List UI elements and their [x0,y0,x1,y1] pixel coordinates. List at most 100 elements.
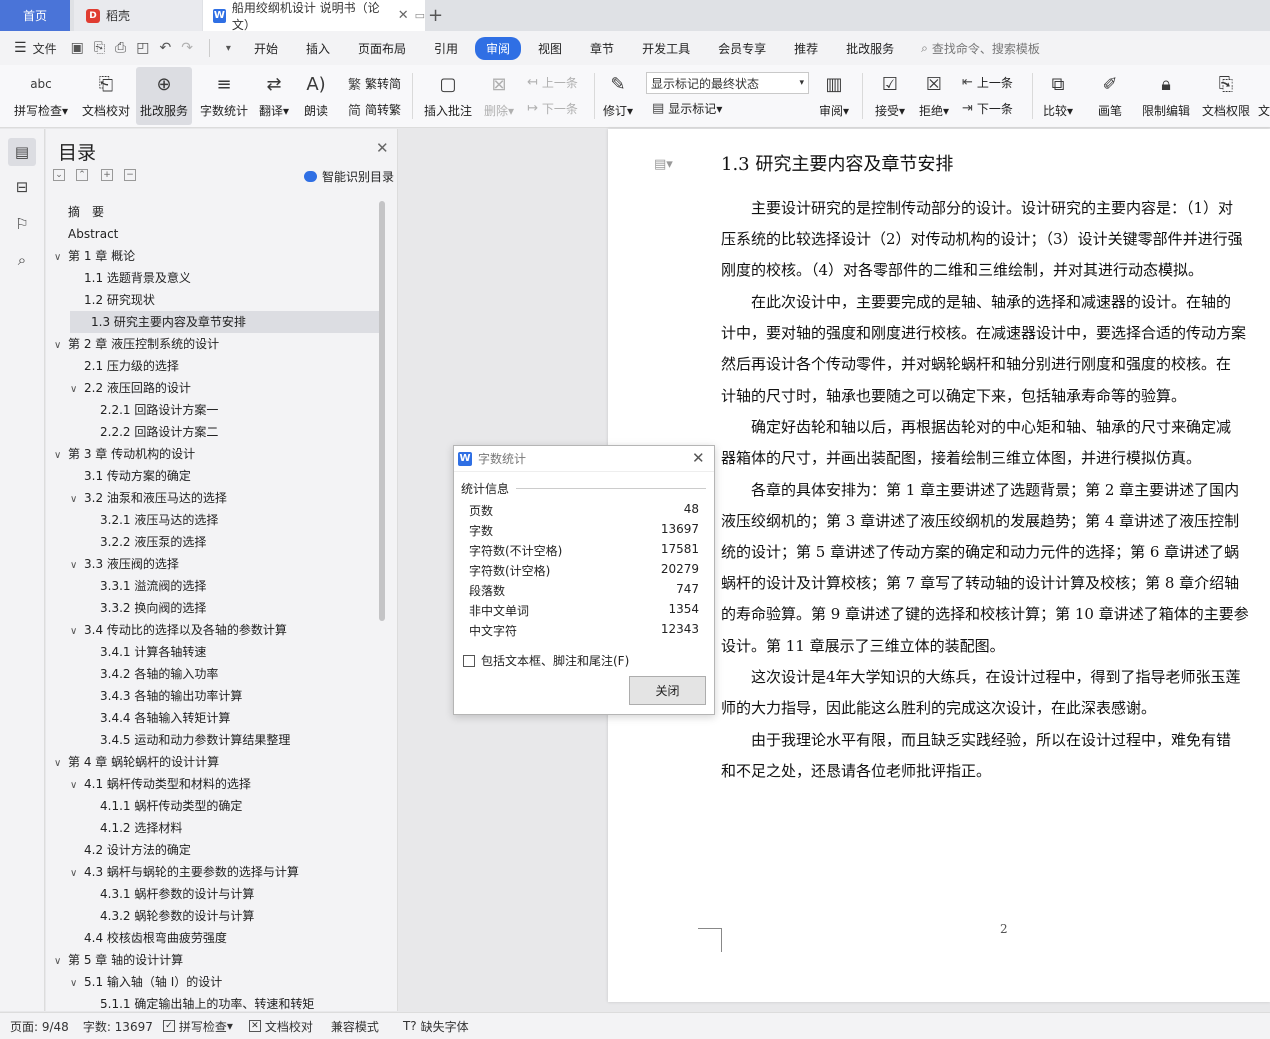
next-comment-button[interactable]: ↦ 下一条 [527,100,578,117]
toc-item[interactable]: 5.1.1 确定输出轴上的功率、转速和转矩 [100,993,314,1011]
include-textbox-checkbox[interactable]: 包括文本框、脚注和尾注(F) [463,652,629,669]
chevron-down-icon[interactable]: ∨ [54,445,68,467]
close-icon[interactable]: ✕ [692,449,705,467]
track-changes-button[interactable]: ✎ 修订▾ [600,67,636,125]
toc-item[interactable]: 摘 要 [68,201,104,223]
toc-item[interactable]: 3.2.1 液压马达的选择 [100,509,218,531]
toc-item[interactable]: ∨ 第 3 章 传动机构的设计 [54,443,195,465]
review-pane-button[interactable]: ▥ 审阅▾ [816,67,852,125]
toc-item[interactable]: 1.3 研究主要内容及章节安排 [70,311,379,333]
tab-menu-7[interactable]: 开发工具 [631,37,701,60]
restrict-editing-button[interactable]: 🔒︎ 限制编辑 [1140,67,1192,125]
grading-service-button[interactable]: ⊕ 批改服务 [136,67,192,125]
toc-item[interactable]: ∨ 3.4 传动比的选择以及各轴的参数计算 [70,619,287,641]
show-marks-button[interactable]: ▤ 显示标记 ▾ [652,100,722,117]
chevron-down-icon[interactable]: ∨ [70,973,84,995]
toc-item[interactable]: ∨ 4.1 蜗杆传动类型和材料的选择 [70,773,251,795]
toc-item[interactable]: 3.3.1 溢流阀的选择 [100,575,206,597]
chevron-down-icon[interactable]: ∨ [70,621,84,643]
toc-item[interactable]: 4.1.2 选择材料 [100,817,182,839]
chevron-down-icon[interactable]: ∨ [54,753,68,775]
toc-item[interactable]: Abstract [68,223,118,245]
toc-item[interactable]: 3.4.3 各轴的输出功率计算 [100,685,242,707]
spell-check-status[interactable]: ✓ 拼写检查 ▾ [162,1018,233,1035]
tab-menu-10[interactable]: 批改服务 [835,37,905,60]
toc-item[interactable]: 1.2 研究现状 [84,289,155,311]
redo-icon[interactable]: ↷ [181,40,193,56]
accept-button[interactable]: ☑ 接受▾ [872,67,908,125]
toc-item[interactable]: ∨ 第 1 章 概论 [54,245,135,267]
doc-proofread-button[interactable]: ⎗ 文档校对 [80,67,132,125]
export-icon[interactable]: ⎘ [94,40,105,56]
tab-daoke[interactable]: D 稻壳 [74,0,202,31]
toc-item[interactable]: 4.1.1 蜗杆传动类型的确定 [100,795,242,817]
toc-item[interactable]: ∨ 第 5 章 轴的设计计算 [54,949,183,971]
toc-item[interactable]: 3.4.2 各轴的输入功率 [100,663,218,685]
close-icon[interactable]: ✕ [376,139,389,157]
chevron-down-icon[interactable]: ∨ [54,247,68,269]
tab-close-icon[interactable]: ✕ [398,8,409,23]
tab-home[interactable]: 首页 [0,0,70,31]
toc-item[interactable]: 3.1 传动方案的确定 [84,465,191,487]
toc-item[interactable]: ∨ 3.2 油泵和液压马达的选择 [70,487,227,509]
truncated-ribbon-button[interactable]: 文 [1258,67,1270,125]
toc-item[interactable]: ∨ 3.3 液压阀的选择 [70,553,179,575]
chevron-down-icon[interactable]: ∨ [70,863,84,885]
tab-menu-6[interactable]: 章节 [579,37,625,60]
search-icon[interactable]: ⌕ [8,246,36,274]
toc-item[interactable]: ∨ 4.3 蜗杆与蜗轮的主要参数的选择与计算 [70,861,299,883]
toc-scrollbar[interactable] [379,201,385,621]
display-state-select[interactable]: 显示标记的最终状态 ▾ [646,72,809,94]
simp-to-trad-button[interactable]: 简简转繁 [348,100,401,119]
toc-item[interactable]: 4.3.1 蜗杆参数的设计与计算 [100,883,254,905]
chevron-down-icon[interactable]: ∨ [70,775,84,797]
page-indicator[interactable]: 页面: 9/48 [10,1018,69,1035]
page-options-icon[interactable]: ▤▾ [654,157,673,172]
chevron-down-icon[interactable]: ∨ [70,489,84,511]
prev-change-button[interactable]: ⇤ 上一条 [962,74,1013,91]
bookmark-icon[interactable]: ⚐ [8,210,36,238]
toc-item[interactable]: ∨ 2.2 液压回路的设计 [70,377,191,399]
toc-item[interactable]: ∨ 第 4 章 蜗轮蜗杆的设计计算 [54,751,219,773]
toc-item[interactable]: 2.1 压力级的选择 [84,355,179,377]
toc-item[interactable]: 4.3.2 蜗轮参数的设计与计算 [100,905,254,927]
new-tab-button[interactable]: + [428,5,443,26]
tab-monitor-icon[interactable]: ▭ [415,9,425,22]
toc-item[interactable]: 3.4.4 各轴输入转矩计算 [100,707,230,729]
toc-item[interactable]: 4.4 校核齿根弯曲疲劳强度 [84,927,227,949]
toc-item[interactable]: 2.2.1 回路设计方案一 [100,399,218,421]
tab-menu-8[interactable]: 会员专享 [707,37,777,60]
tab-menu-4[interactable]: 审阅 [475,36,522,60]
toc-nav-icon[interactable]: ▤ [8,138,36,166]
compare-button[interactable]: ⧉ 比较▾ [1040,67,1076,125]
chevron-down-icon[interactable]: ∨ [70,379,84,401]
print-icon[interactable]: ⎙ [115,40,126,56]
spell-check-button[interactable]: abc 拼写检查▾ [12,67,70,125]
toc-item[interactable]: ∨ 第 2 章 液压控制系统的设计 [54,333,219,355]
remove-heading-icon[interactable]: − [124,169,136,181]
toc-item[interactable]: 4.2 设计方法的确定 [84,839,191,861]
toc-item[interactable]: 3.3.2 换向阀的选择 [100,597,206,619]
doc-permission-button[interactable]: ⎘ 文档权限 [1200,67,1252,125]
tab-menu-0[interactable]: 开始 [243,37,289,60]
delete-comment-button[interactable]: ⊠ 删除▾ [482,67,516,125]
proofread-status[interactable]: ✕ 文档校对 [248,1018,313,1035]
toc-item[interactable]: 1.1 选题背景及意义 [84,267,191,289]
read-aloud-button[interactable]: A) 朗读 [300,67,332,125]
chevron-down-icon[interactable]: ∨ [54,951,68,973]
missing-font-status[interactable]: T? 缺失字体 [403,1018,469,1035]
toc-item[interactable]: ∨ 5.1 输入轴（轴 I）的设计 [70,971,222,993]
chevron-down-icon[interactable]: ∨ [54,335,68,357]
toc-item[interactable]: 3.2.2 液压泵的选择 [100,531,206,553]
pen-button[interactable]: ✐ 画笔 [1094,67,1126,125]
word-count-button[interactable]: ≡ 字数统计 [198,67,250,125]
close-button[interactable]: 关闭 [629,676,706,705]
undo-icon[interactable]: ↶ [159,40,171,56]
collapse-all-icon[interactable]: ⌄ [53,169,65,181]
tab-document[interactable]: W 船用绞纲机设计 说明书（论文） ✕ ▭ [203,0,425,32]
more-chevron-icon[interactable]: ▾ [226,43,231,54]
trad-to-simp-button[interactable]: 繁繁转简 [348,74,401,93]
word-count-indicator[interactable]: 字数: 13697 [83,1018,153,1035]
preview-icon[interactable]: ◰ [136,40,149,56]
tab-menu-1[interactable]: 插入 [295,37,341,60]
